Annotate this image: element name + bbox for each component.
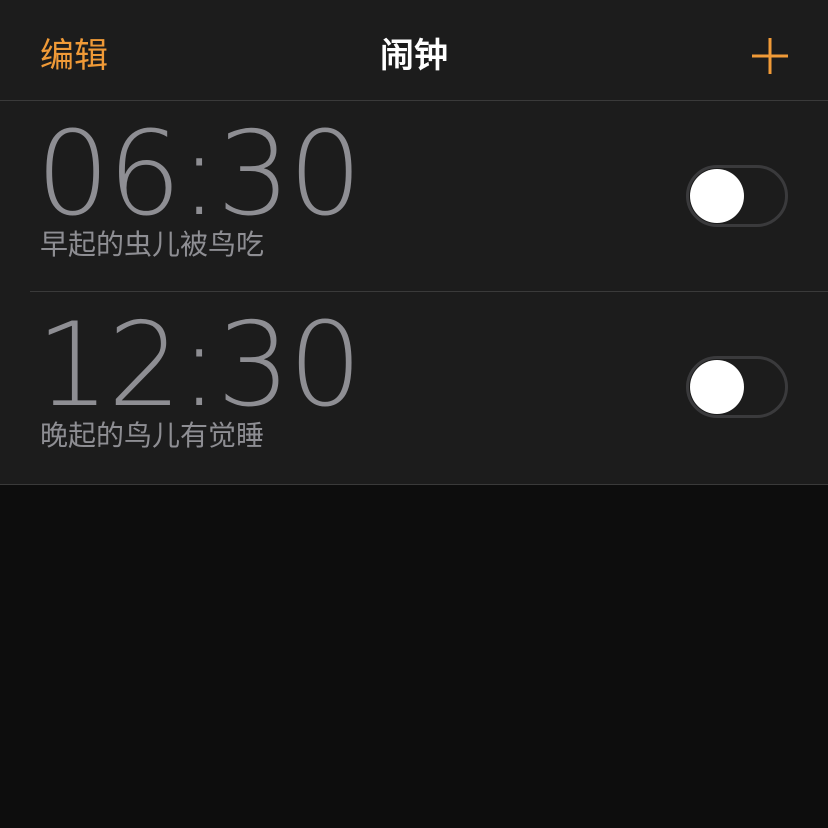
- alarm-toggle[interactable]: [686, 165, 788, 227]
- alarm-list: 06:30 早起的虫儿被鸟吃 12:30 晚起的鸟儿有觉睡: [0, 101, 828, 485]
- add-alarm-button[interactable]: [750, 36, 790, 76]
- toggle-knob: [690, 360, 744, 414]
- page-title: 闹钟: [380, 36, 448, 76]
- alarm-row[interactable]: 12:30 晚起的鸟儿有觉睡: [0, 292, 828, 484]
- alarm-app: 编辑 闹钟 06:30 早起的虫儿被鸟吃 12:30 晚起的鸟儿有觉睡: [0, 0, 828, 828]
- alarm-label: 晚起的鸟儿有觉睡: [40, 419, 265, 452]
- alarm-label: 早起的虫儿被鸟吃: [40, 228, 265, 261]
- plus-icon: [752, 38, 788, 74]
- toggle-knob: [690, 169, 744, 223]
- alarm-row[interactable]: 06:30 早起的虫儿被鸟吃: [0, 101, 828, 292]
- alarm-time: 06:30: [36, 107, 362, 242]
- alarm-time: 12:30: [36, 298, 362, 433]
- alarm-toggle[interactable]: [686, 356, 788, 418]
- navigation-bar: 编辑 闹钟: [0, 0, 828, 101]
